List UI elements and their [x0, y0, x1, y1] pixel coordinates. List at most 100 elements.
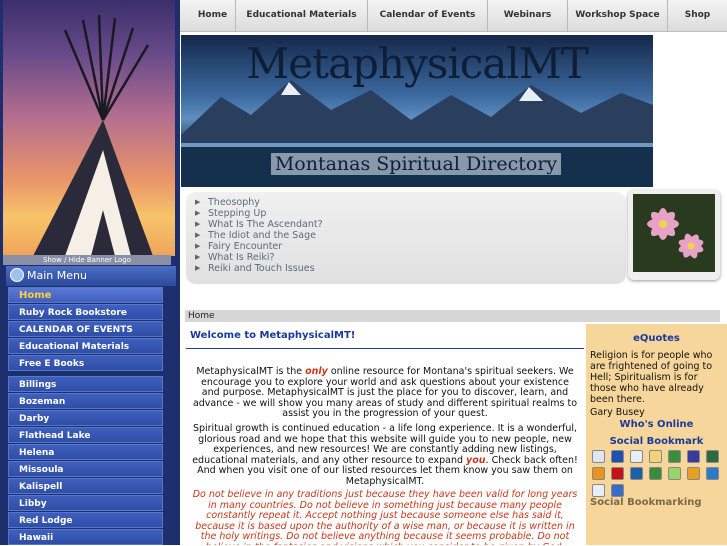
- google-icon[interactable]: [668, 467, 681, 480]
- blogmarks-icon[interactable]: [687, 467, 700, 480]
- article-link-label: Stepping Up: [208, 208, 267, 219]
- sidebar-item-label: Helena: [19, 448, 55, 458]
- breadcrumb-home[interactable]: Home: [188, 311, 215, 321]
- tab-label: Home: [197, 10, 228, 20]
- equote-author: Gary Busey: [590, 407, 645, 418]
- sidebar-item-label: Hawaii: [19, 533, 54, 543]
- sidebar-item-label: Ruby Rock Bookstore: [19, 308, 127, 318]
- right-sidebar: eQuotes Religion is for people who are f…: [586, 324, 727, 545]
- sidebar-item-label: CALENDAR OF EVENTS: [19, 325, 133, 335]
- article-link-label: Reiki and Touch Issues: [208, 263, 315, 274]
- sidebar-item-free-e-books[interactable]: Free E Books: [8, 355, 163, 371]
- sidebar-item-label: Libby: [19, 499, 47, 509]
- article-link-theosophy[interactable]: ▶ Theosophy: [195, 197, 260, 208]
- article-link-ascendant[interactable]: ▶ What Is The Ascendant?: [195, 219, 323, 230]
- article-link-idiot-sage[interactable]: ▶ The Idiot and the Sage: [195, 230, 316, 241]
- whos-online-heading: Who's Online: [619, 419, 694, 430]
- tab-label: Calendar of Events: [379, 10, 476, 20]
- sidebar-item-libby[interactable]: Libby: [8, 495, 163, 511]
- sidebar-item-bozeman[interactable]: Bozeman: [8, 393, 163, 409]
- sidebar-item-label: Billings: [19, 380, 57, 390]
- sidebar-item-missoula[interactable]: Missoula: [8, 461, 163, 477]
- menu-arrow-icon: [10, 268, 24, 282]
- sidebar-item-label: Kalispell: [19, 482, 63, 492]
- sidebar-item-darby[interactable]: Darby: [8, 410, 163, 426]
- sidebar-item-label: Flathead Lake: [19, 431, 91, 441]
- social-bookmark-heading: Social Bookmark: [609, 436, 704, 447]
- tab-shop[interactable]: Shop: [668, 0, 727, 32]
- sidebar-item-flathead-lake[interactable]: Flathead Lake: [8, 427, 163, 443]
- sidebar-item-label: Free E Books: [19, 359, 85, 369]
- article-link-label: What Is The Ascendant?: [208, 219, 323, 230]
- article-link-label: Theosophy: [208, 197, 260, 208]
- sidebar-item-label: Red Lodge: [19, 516, 73, 526]
- blinklist-icon[interactable]: [687, 450, 700, 463]
- emphasis-you: you: [466, 454, 486, 466]
- mixx-icon[interactable]: [592, 467, 605, 480]
- sidebar-item-calendar-of-events[interactable]: CALENDAR OF EVENTS: [8, 321, 163, 337]
- digg-icon[interactable]: [592, 450, 605, 463]
- sidebar-item-educational-materials[interactable]: Educational Materials: [8, 338, 163, 354]
- banner-logo-teepee: [3, 0, 175, 256]
- triangle-right-icon: ▶: [195, 264, 201, 272]
- sidebar-item-label: Missoula: [19, 465, 64, 475]
- banner-toggle-button[interactable]: Show / Hide Banner Logo: [3, 255, 171, 265]
- ma-gnolia-icon[interactable]: [592, 484, 605, 497]
- stumbleupon-icon[interactable]: [668, 450, 681, 463]
- tab-workshop-space[interactable]: Workshop Space: [568, 0, 668, 32]
- tab-webinars[interactable]: Webinars: [488, 0, 568, 32]
- text-run: MetaphysicalMT is the: [196, 366, 306, 377]
- sidebar-item-helena[interactable]: Helena: [8, 444, 163, 460]
- spurl-icon[interactable]: [706, 450, 719, 463]
- breadcrumb: Home: [185, 310, 720, 322]
- left-sidebar: Show / Hide Banner Logo Main Menu Home R…: [0, 0, 180, 545]
- emphasis-only: only: [305, 366, 328, 377]
- main-menu-title: Main Menu: [27, 269, 87, 282]
- main-content: Welcome to MetaphysicalMT! MetaphysicalM…: [186, 326, 584, 545]
- sidebar-item-red-lodge[interactable]: Red Lodge: [8, 512, 163, 528]
- flower-image-frame: [628, 190, 720, 280]
- sidebar-item-ruby-rock-bookstore[interactable]: Ruby Rock Bookstore: [8, 304, 163, 320]
- triangle-right-icon: ▶: [195, 231, 201, 239]
- technorati-icon[interactable]: [649, 467, 662, 480]
- article-link-reiki-touch[interactable]: ▶ Reiki and Touch Issues: [195, 263, 315, 274]
- buddha-quote: Do not believe in any traditions just be…: [192, 489, 578, 545]
- triangle-right-icon: ▶: [195, 242, 201, 250]
- equote-text: Religion is for people who are frightene…: [590, 350, 713, 405]
- yahoo-icon[interactable]: [611, 467, 624, 480]
- article-link-label: What Is Reiki?: [208, 252, 275, 263]
- page-title: Welcome to MetaphysicalMT!: [190, 330, 356, 341]
- tab-label: Educational Materials: [246, 10, 357, 20]
- teepee-illustration: [33, 14, 153, 256]
- site-title: MetaphysicalMT: [246, 39, 588, 88]
- magnolia-icon[interactable]: [706, 467, 719, 480]
- delicious-icon[interactable]: [611, 450, 624, 463]
- sidebar-item-home[interactable]: Home: [8, 287, 163, 303]
- triangle-right-icon: ▶: [195, 198, 201, 206]
- article-link-stepping-up[interactable]: ▶ Stepping Up: [195, 208, 267, 219]
- tab-label: Workshop Space: [575, 10, 660, 20]
- help-icon[interactable]: [611, 484, 624, 497]
- banner-toggle-label: Show / Hide Banner Logo: [42, 256, 132, 264]
- equotes-heading: eQuotes: [633, 333, 680, 344]
- furl-icon[interactable]: [649, 450, 662, 463]
- growth-paragraph: Spiritual growth is continued education …: [192, 423, 578, 487]
- social-bookmarking-link[interactable]: Social Bookmarking: [590, 497, 702, 508]
- sidebar-item-billings[interactable]: Billings: [8, 376, 163, 392]
- article-link-fairy-encounter[interactable]: ▶ Fairy Encounter: [195, 241, 283, 252]
- sidebar-item-label: Darby: [19, 414, 50, 424]
- triangle-right-icon: ▶: [195, 209, 201, 217]
- article-link-what-is-reiki[interactable]: ▶ What Is Reiki?: [195, 252, 275, 263]
- newsvine-icon[interactable]: [630, 467, 643, 480]
- triangle-right-icon: ▶: [195, 220, 201, 228]
- main-menu-heading: Main Menu: [6, 266, 176, 286]
- sidebar-item-hawaii[interactable]: Hawaii: [8, 529, 163, 545]
- tab-home[interactable]: Home: [190, 0, 236, 32]
- tab-label: Shop: [684, 10, 711, 20]
- article-link-label: Fairy Encounter: [208, 241, 283, 252]
- tab-calendar-of-events[interactable]: Calendar of Events: [368, 0, 488, 32]
- reddit-icon[interactable]: [630, 450, 643, 463]
- sidebar-item-kalispell[interactable]: Kalispell: [8, 478, 163, 494]
- tab-educational-materials[interactable]: Educational Materials: [236, 0, 368, 32]
- top-navigation: Home Educational Materials Calendar of E…: [180, 0, 727, 32]
